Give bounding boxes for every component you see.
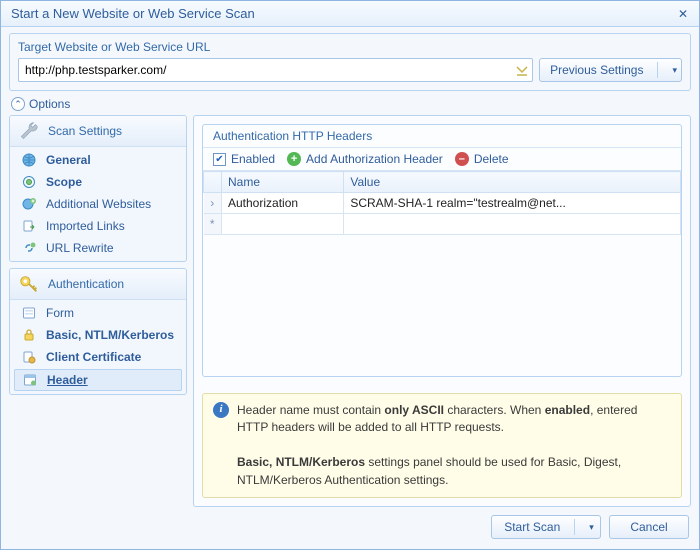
section-title: Authentication HTTP Headers: [203, 125, 681, 148]
column-name[interactable]: Name: [222, 172, 344, 193]
form-icon: [20, 305, 38, 321]
header-icon: [21, 372, 39, 388]
chevron-down-icon: ▾: [672, 65, 677, 76]
lock-icon: [20, 327, 38, 343]
sidebar-item-imported-links[interactable]: Imported Links: [10, 215, 186, 237]
link-rewrite-icon: [20, 240, 38, 256]
main-panel: Authentication HTTP Headers ✔ Enabled + …: [193, 115, 691, 507]
info-text: Header name must contain only ASCII char…: [237, 402, 671, 489]
dialog-window: Start a New Website or Web Service Scan …: [0, 0, 700, 550]
key-icon: [18, 273, 40, 295]
plus-icon: +: [287, 152, 301, 166]
cell-name[interactable]: Authorization: [222, 193, 344, 214]
cell-value[interactable]: SCRAM-SHA-1 realm="testrealm@net...: [344, 193, 681, 214]
sidebar-item-header-auth[interactable]: Header: [14, 369, 182, 391]
info-message: i Header name must contain only ASCII ch…: [202, 393, 682, 498]
sidebar-item-additional-websites[interactable]: Additional Websites: [10, 193, 186, 215]
previous-settings-button[interactable]: Previous Settings ▾: [539, 58, 682, 82]
titlebar: Start a New Website or Web Service Scan …: [1, 1, 699, 27]
new-row-icon: *: [204, 214, 222, 235]
sidebar-authentication-panel: Authentication Form Basic, NTLM/Kerberos…: [9, 268, 187, 395]
doc-import-icon: [20, 218, 38, 234]
target-url-section: Target Website or Web Service URL Previo…: [9, 33, 691, 91]
authentication-header: Authentication: [10, 269, 186, 300]
target-url-label: Target Website or Web Service URL: [18, 40, 682, 54]
sidebar-item-general[interactable]: General: [10, 149, 186, 171]
options-toggle[interactable]: ⌃ Options: [1, 95, 699, 115]
delete-header-button[interactable]: – Delete: [455, 152, 509, 166]
column-value[interactable]: Value: [344, 172, 681, 193]
sidebar-scan-settings-panel: Scan Settings General Scope Additional W…: [9, 115, 187, 262]
headers-section: Authentication HTTP Headers ✔ Enabled + …: [202, 124, 682, 377]
close-icon[interactable]: ✕: [673, 5, 693, 23]
enabled-checkbox[interactable]: ✔ Enabled: [213, 152, 275, 166]
dialog-title: Start a New Website or Web Service Scan: [11, 6, 673, 21]
target-url-input[interactable]: [18, 58, 533, 82]
headers-grid[interactable]: Name Value › Authorization SCRAM-SHA-1 r…: [203, 171, 681, 376]
url-dropdown-icon[interactable]: [513, 60, 531, 80]
dialog-footer: Start Scan ▾ Cancel: [1, 507, 699, 549]
minus-icon: –: [455, 152, 469, 166]
cancel-button[interactable]: Cancel: [609, 515, 689, 539]
scan-settings-header: Scan Settings: [10, 116, 186, 147]
globe-icon: [20, 152, 38, 168]
globe-plus-icon: [20, 196, 38, 212]
cert-icon: [20, 349, 38, 365]
sidebar-item-basic-ntlm[interactable]: Basic, NTLM/Kerberos: [10, 324, 186, 346]
scan-settings-list: General Scope Additional Websites Import…: [10, 147, 186, 261]
row-header-corner: [204, 172, 222, 193]
sidebar-item-client-cert[interactable]: Client Certificate: [10, 346, 186, 368]
sidebar: Scan Settings General Scope Additional W…: [9, 115, 187, 507]
target-icon: [20, 174, 38, 190]
info-icon: i: [213, 402, 229, 418]
row-indicator-icon: ›: [204, 193, 222, 214]
body: Scan Settings General Scope Additional W…: [1, 115, 699, 507]
add-header-button[interactable]: + Add Authorization Header: [287, 152, 443, 166]
options-label: Options: [29, 97, 70, 111]
sidebar-item-scope[interactable]: Scope: [10, 171, 186, 193]
authentication-list: Form Basic, NTLM/Kerberos Client Certifi…: [10, 300, 186, 394]
sidebar-item-url-rewrite[interactable]: URL Rewrite: [10, 237, 186, 259]
start-scan-button[interactable]: Start Scan ▾: [491, 515, 601, 539]
table-row[interactable]: › Authorization SCRAM-SHA-1 realm="testr…: [204, 193, 681, 214]
wrench-icon: [18, 120, 40, 142]
headers-toolbar: ✔ Enabled + Add Authorization Header – D…: [203, 148, 681, 171]
check-icon: ✔: [213, 153, 226, 166]
table-row-new[interactable]: *: [204, 214, 681, 235]
collapse-icon: ⌃: [11, 97, 25, 111]
chevron-down-icon: ▾: [589, 522, 594, 533]
sidebar-item-form-auth[interactable]: Form: [10, 302, 186, 324]
